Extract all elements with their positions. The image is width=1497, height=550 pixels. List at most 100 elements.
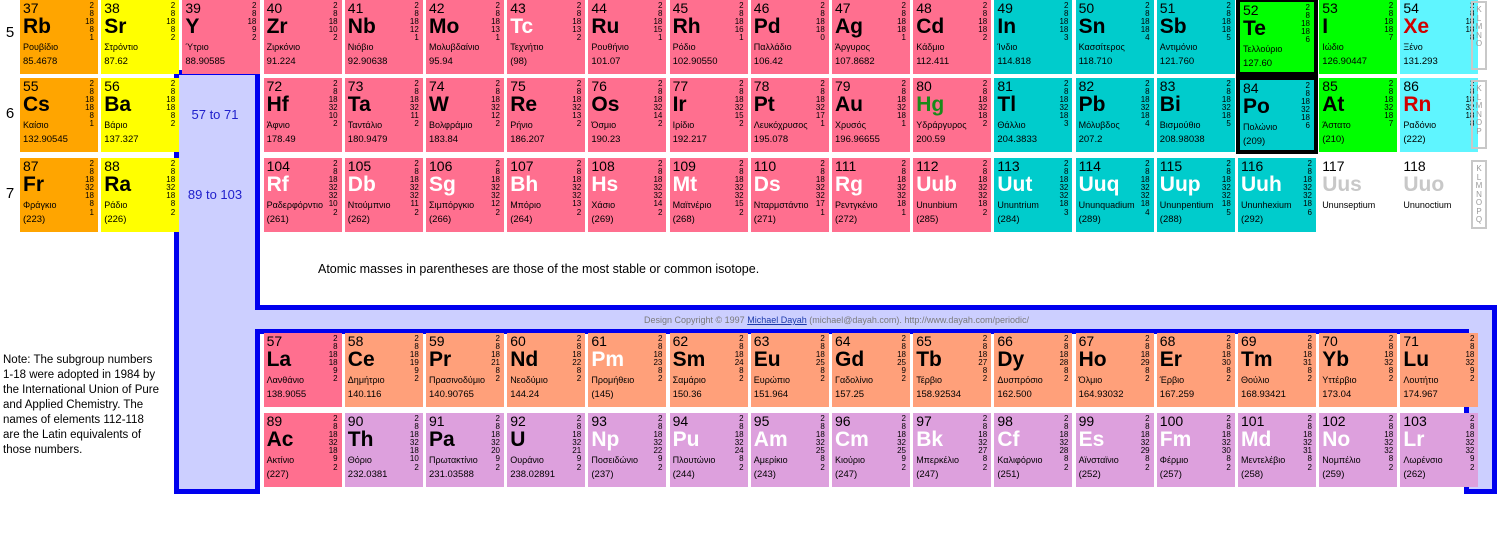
element-cell-ta[interactable]: 73 Ta Ταντάλιο 180.9479 2 8 18 32 11 2 (344, 78, 423, 152)
element-cell-tc[interactable]: 43 Tc Τεχνήτιο (98) 2 8 18 13 2 (507, 0, 586, 74)
element-cell-rg[interactable]: 111 Rg Ρεντγκένιο (272) 2 8 18 32 32 18 1 (832, 158, 910, 232)
element-cell-ds[interactable]: 110 Ds Νταρμστάντιο (271) 2 8 18 32 32 17 1 (750, 158, 829, 232)
element-cell-ru[interactable]: 44 Ru Ρουθήνιο 101.07 2 8 18 15 1 (588, 0, 667, 74)
element-cell-pa[interactable]: 91 Pa Πρωτακτίνιο 231.03588 2 8 18 32 20 9 2 (426, 413, 504, 487)
element-cell-cd[interactable]: 48 Cd Κάδμιο 112.411 2 8 18 18 2 (913, 0, 992, 74)
element-cell-os[interactable]: 76 Os Όσμιο 190.23 2 8 18 32 14 2 (588, 78, 667, 152)
element-cell-ir[interactable]: 77 Ir Ιρίδιο 192.217 2 8 18 32 15 2 (669, 78, 748, 152)
author-link[interactable]: Michael Dayah (747, 315, 807, 325)
element-cell-mo[interactable]: 42 Mo Μολυβδαίνιο 95.94 2 8 18 13 1 (426, 0, 504, 74)
element-cell-hf[interactable]: 72 Hf Άφνιο 178.49 2 8 18 32 10 2 (263, 78, 342, 152)
element-cell-th[interactable]: 90 Th Θόριο 232.0381 2 8 18 32 18 10 2 (344, 413, 423, 487)
element-cell-uub[interactable]: 112 Uub Ununbium (285) 2 8 18 32 32 18 2 (913, 158, 992, 232)
element-cell-fm[interactable]: 100 Fm Φέρμιο (257) 2 8 18 32 30 8 2 (1156, 413, 1235, 487)
period-label-7: 7 (5, 185, 15, 202)
element-cell-pm[interactable]: 61 Pm Προμήθειο (145) 2 8 18 23 8 2 (588, 333, 667, 407)
element-cell-sb[interactable]: 51 Sb Αντιμόνιο 121.760 2 8 18 18 5 (1156, 0, 1235, 74)
element-cell-uup[interactable]: 115 Uup Ununpentium (288) 2 8 18 32 32 18 5 (1156, 158, 1235, 232)
element-cell-cf[interactable]: 98 Cf Καλιφόρνιο (251) 2 8 18 32 28 8 2 (994, 413, 1073, 487)
element-cell-ag[interactable]: 47 Ag Άργυρος 107.8682 2 8 18 18 1 (832, 0, 910, 74)
element-cell-po[interactable]: 84 Po Πολώνιο (209) 2 8 18 32 18 6 (1236, 76, 1318, 154)
element-cell-am[interactable]: 95 Am Αμερίκιο (243) 2 8 18 32 25 8 2 (750, 413, 829, 487)
element-cell-fr[interactable]: 87 Fr Φράγκιο (223) 2 8 18 32 18 8 1 (20, 158, 98, 232)
element-cell-bk[interactable]: 97 Bk Μπερκέλιο (247) 2 8 18 32 27 8 2 (913, 413, 992, 487)
element-cell-uuo[interactable]: 118 Uuo Ununoctium (1400, 158, 1479, 232)
element-cell-pb[interactable]: 82 Pb Μόλυβδος 207.2 2 8 18 32 18 4 (1075, 78, 1154, 152)
element-cell-nb[interactable]: 41 Nb Νιόβιο 92.90638 2 8 18 12 1 (344, 0, 423, 74)
element-cell-md[interactable]: 101 Md Μεντελέβιο (258) 2 8 18 32 31 8 2 (1238, 413, 1316, 487)
element-cell-sr[interactable]: 38 Sr Στρόντιο 87.62 2 8 18 8 2 (101, 0, 180, 74)
element-cell-db[interactable]: 105 Db Ντούμπνιο (262) 2 8 18 32 32 11 2 (344, 158, 423, 232)
element-cell-np[interactable]: 93 Np Ποσειδώνιο (237) 2 8 18 32 22 9 2 (588, 413, 667, 487)
element-cell-i[interactable]: 53 I Ιώδιο 126.90447 2 8 18 18 7 (1319, 0, 1398, 74)
element-name: Πρασινοδύμιο (429, 375, 486, 385)
element-cell-sg[interactable]: 106 Sg Σιμπόργκιο (266) 2 8 18 32 32 12 2 (426, 158, 504, 232)
element-cell-uus[interactable]: 117 Uus Ununseptium (1319, 158, 1398, 232)
element-cell-u[interactable]: 92 U Ουράνιο 238.02891 2 8 18 32 21 9 2 (507, 413, 586, 487)
element-cell-pt[interactable]: 78 Pt Λευκόχρυσος 195.078 2 8 18 32 17 1 (750, 78, 829, 152)
element-cell-pr[interactable]: 59 Pr Πρασινοδύμιο 140.90765 2 8 18 21 8 2 (426, 333, 504, 407)
element-cell-lu[interactable]: 71 Lu Λουτήτιο 174.967 2 8 18 32 9 2 (1400, 333, 1479, 407)
electron-shells: 2 8 18 32 32 18 4 (1140, 159, 1150, 217)
element-cell-hg[interactable]: 80 Hg Υδράργυρος 200.59 2 8 18 32 18 2 (913, 78, 992, 152)
element-cell-yb[interactable]: 70 Yb Υττέρβιο 173.04 2 8 18 32 8 2 (1319, 333, 1398, 407)
element-symbol: Re (510, 93, 538, 116)
element-cell-rb[interactable]: 37 Rb Ρουβίδιο 85.4678 2 8 18 8 1 (20, 0, 98, 74)
element-cell-es[interactable]: 99 Es Αϊνσταϊνιο (252) 2 8 18 32 29 8 2 (1075, 413, 1154, 487)
element-cell-la[interactable]: 57 La Λανθάνιο 138.9055 2 8 18 18 9 2 (263, 333, 342, 407)
element-cell-at[interactable]: 85 At Άστατο (210) 2 8 18 32 18 7 (1319, 78, 1398, 152)
element-name: Μπερκέλιο (916, 455, 960, 465)
element-cell-ra[interactable]: 88 Ra Ράδιο (226) 2 8 18 32 18 8 2 (101, 158, 180, 232)
actinide-range-link[interactable]: 89 to 103 (176, 187, 254, 202)
element-cell-w[interactable]: 74 W Βολφράμιο 183.84 2 8 18 32 12 2 (426, 78, 504, 152)
element-cell-uuq[interactable]: 114 Uuq Ununquadium (289) 2 8 18 32 32 18 4 (1075, 158, 1154, 232)
element-cell-lr[interactable]: 103 Lr Λωρένσιο (262) 2 8 18 32 32 9 2 (1400, 413, 1479, 487)
element-cell-au[interactable]: 79 Au Χρυσός 196.96655 2 8 18 32 18 1 (832, 78, 910, 152)
atomic-mass: 190.23 (591, 134, 621, 145)
element-cell-rf[interactable]: 104 Rf Ραδερφόρντιο (261) 2 8 18 32 32 10 2 (263, 158, 342, 232)
element-cell-sm[interactable]: 62 Sm Σαμάριο 150.36 2 8 18 24 8 2 (669, 333, 748, 407)
element-symbol: Eu (753, 348, 781, 371)
element-cell-ba[interactable]: 56 Ba Βάριο 137.327 2 8 18 18 8 2 (101, 78, 180, 152)
electron-shells: 2 8 18 32 25 8 2 (815, 414, 825, 472)
element-name: Ποσειδώνιο (591, 455, 639, 465)
element-cell-dy[interactable]: 66 Dy Δυσπρόσιο 162.500 2 8 18 28 8 2 (994, 333, 1073, 407)
element-cell-xe[interactable]: 54 Xe Ξένο 131.293 2 8 18 18 8 (1400, 0, 1479, 74)
element-cell-in[interactable]: 49 In Ίνδιο 114.818 2 8 18 18 3 (994, 0, 1073, 74)
element-cell-mt[interactable]: 109 Mt Μαϊτνέριο (268) 2 8 18 32 32 15 2 (669, 158, 748, 232)
element-cell-bh[interactable]: 107 Bh Μπόριο (264) 2 8 18 32 32 13 2 (507, 158, 586, 232)
element-name: Άστατο (1322, 120, 1351, 130)
element-cell-eu[interactable]: 63 Eu Ευρώπιο 151.964 2 8 18 25 8 2 (750, 333, 829, 407)
element-name: Βολφράμιο (429, 120, 473, 130)
element-cell-er[interactable]: 68 Er Έρβιο 167.259 2 8 18 30 8 2 (1156, 333, 1235, 407)
element-cell-uut[interactable]: 113 Uut Ununtrium (284) 2 8 18 32 32 18 3 (994, 158, 1073, 232)
element-cell-zr[interactable]: 40 Zr Ζιρκόνιο 91.224 2 8 18 10 2 (263, 0, 342, 74)
element-cell-rn[interactable]: 86 Rn Ραδόνιο (222) 2 8 18 32 18 8 (1400, 78, 1479, 152)
element-cell-bi[interactable]: 83 Bi Βισμούθιο 208.98038 2 8 18 32 18 5 (1156, 78, 1235, 152)
element-cell-hs[interactable]: 108 Hs Χάσιο (269) 2 8 18 32 32 14 2 (588, 158, 667, 232)
lanthanide-range-link[interactable]: 57 to 71 (176, 107, 254, 122)
element-cell-cm[interactable]: 96 Cm Κιούριο (247) 2 8 18 32 25 9 2 (832, 413, 910, 487)
element-cell-ce[interactable]: 58 Ce Δημήτριο 140.116 2 8 18 19 9 2 (344, 333, 423, 407)
element-cell-tm[interactable]: 69 Tm Θούλιο 168.93421 2 8 18 31 8 2 (1238, 333, 1316, 407)
element-cell-uuh[interactable]: 116 Uuh Ununhexium (292) 2 8 18 32 32 18 6 (1238, 158, 1316, 232)
element-cell-rh[interactable]: 45 Rh Ρόδιο 102.90550 2 8 18 16 1 (669, 0, 748, 74)
element-name: Κιούριο (835, 455, 866, 465)
element-cell-gd[interactable]: 64 Gd Γαδολίνιο 157.25 2 8 18 25 9 2 (832, 333, 910, 407)
element-cell-te[interactable]: 52 Te Τελλούριο 127.60 2 8 18 18 6 (1236, 0, 1318, 76)
element-cell-tb[interactable]: 65 Tb Τέρβιο 158.92534 2 8 18 27 8 2 (913, 333, 992, 407)
element-cell-pu[interactable]: 94 Pu Πλουτώνιο (244) 2 8 18 32 24 8 2 (669, 413, 748, 487)
element-name: Ρουθήνιο (591, 42, 629, 52)
element-cell-pd[interactable]: 46 Pd Παλλάδιο 106.42 2 8 18 18 0 (750, 0, 829, 74)
element-cell-nd[interactable]: 60 Nd Νεοδύμιο 144.24 2 8 18 22 8 2 (507, 333, 586, 407)
element-symbol: Tc (510, 15, 534, 38)
element-cell-cs[interactable]: 55 Cs Καίσιο 132.90545 2 8 18 18 8 1 (20, 78, 98, 152)
element-cell-ho[interactable]: 67 Ho Όλμιο 164.93032 2 8 18 29 8 2 (1075, 333, 1154, 407)
element-cell-re[interactable]: 75 Re Ρήνιο 186.207 2 8 18 32 13 2 (507, 78, 586, 152)
element-cell-y[interactable]: 39 Y Ύτριο 88.90585 2 8 18 9 2 (182, 0, 261, 74)
element-cell-ac[interactable]: 89 Ac Ακτίνιο (227) 2 8 18 32 18 9 2 (263, 413, 342, 487)
element-cell-tl[interactable]: 81 Tl Θάλλιο 204.3833 2 8 18 32 18 3 (994, 78, 1073, 152)
electron-shells: 2 8 18 32 32 17 1 (815, 159, 825, 217)
element-cell-sn[interactable]: 50 Sn Κασσίτερος 118.710 2 8 18 18 4 (1075, 0, 1154, 74)
element-cell-no[interactable]: 102 No Νομπέλιο (259) 2 8 18 32 32 8 2 (1319, 413, 1398, 487)
